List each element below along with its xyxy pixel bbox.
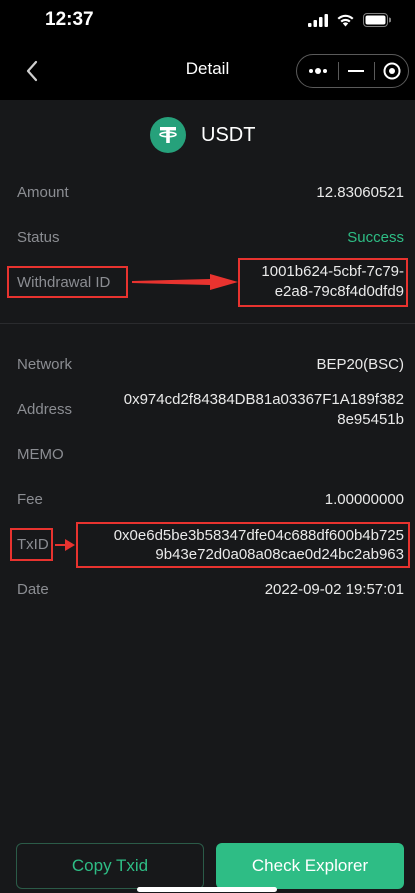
coin-header: USDT <box>150 117 255 153</box>
memo-label: MEMO <box>17 446 64 463</box>
status-label: Status <box>17 229 60 246</box>
battery-icon <box>363 13 391 27</box>
arrow-right-small-icon <box>55 539 75 551</box>
address-value-line1: 0x974cd2f84384DB81a03367F1A189f382 <box>123 391 404 408</box>
date-value: 2022-09-02 19:57:01 <box>264 581 404 598</box>
close-button[interactable] <box>375 55 409 87</box>
txid-value-line2: 9b43e72d0a08a08cae0d24bc2ab963 <box>155 546 404 563</box>
fee-value: 1.00000000 <box>324 491 404 508</box>
usdt-tether-icon <box>150 117 186 153</box>
fee-label: Fee <box>17 491 43 508</box>
txid-label: TxID <box>17 536 49 553</box>
divider <box>0 323 415 324</box>
address-value-line2: 8e95451b <box>337 411 404 428</box>
copy-txid-button[interactable]: Copy Txid <box>16 843 204 889</box>
wifi-icon <box>337 14 354 27</box>
withdrawal-id-value-line1: 1001b624-5cbf-7c79- <box>261 263 404 280</box>
status-icons <box>308 13 391 27</box>
cellular-signal-icon <box>308 13 328 27</box>
withdrawal-id-label: Withdrawal ID <box>17 274 111 291</box>
check-explorer-button[interactable]: Check Explorer <box>216 843 404 889</box>
status-time: 12:37 <box>45 9 94 30</box>
status-bar: 12:37 <box>0 0 415 42</box>
more-button[interactable] <box>301 55 335 87</box>
home-indicator <box>137 887 277 892</box>
nav-bar: Detail <box>0 42 415 100</box>
detail-content: USDT Amount 12.83060521 Status Success W… <box>0 100 415 893</box>
close-circle-icon <box>383 62 401 80</box>
address-label: Address <box>17 401 73 418</box>
withdrawal-id-value-line2: e2a8-79c8f4d0dfd9 <box>274 283 404 300</box>
coin-name: USDT <box>201 123 256 146</box>
network-label: Network <box>17 356 73 373</box>
amount-value: 12.83060521 <box>316 184 404 201</box>
minus-icon <box>348 70 364 72</box>
arrow-right-icon <box>132 274 238 290</box>
network-value: BEP20(BSC) <box>316 356 404 373</box>
status-value: Success <box>347 229 404 246</box>
more-dots-icon <box>309 68 327 74</box>
mini-program-capsule <box>296 54 409 88</box>
minimize-button[interactable] <box>339 55 373 87</box>
amount-label: Amount <box>17 184 69 201</box>
date-label: Date <box>17 581 49 598</box>
